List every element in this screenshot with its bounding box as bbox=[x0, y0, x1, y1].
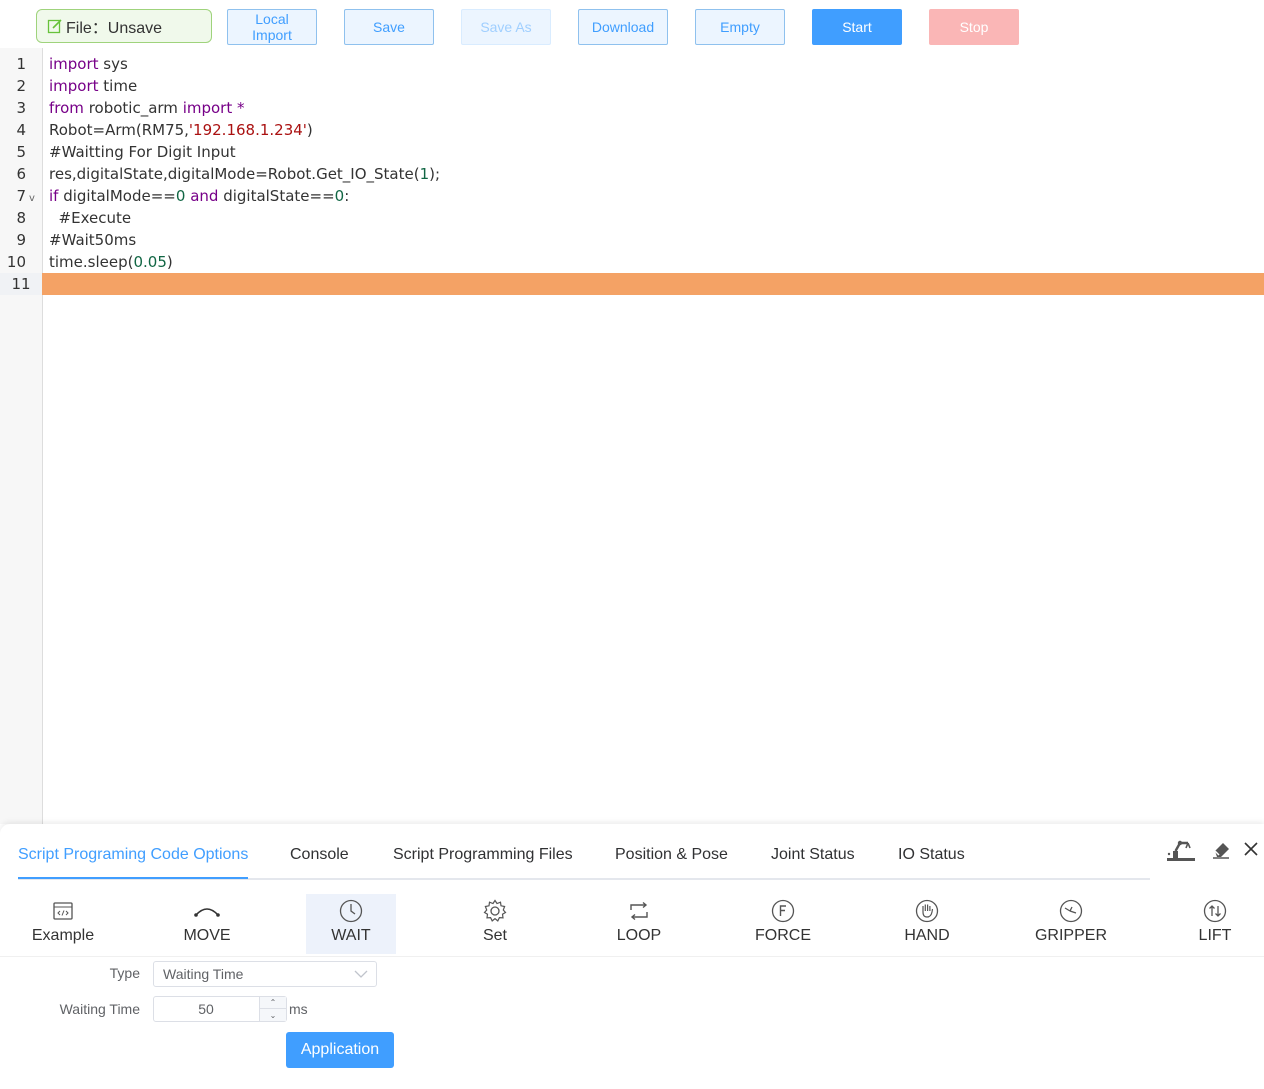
option-force[interactable]: FORCE bbox=[738, 894, 828, 954]
clock-icon bbox=[339, 899, 363, 923]
line-number: 8 bbox=[16, 209, 26, 227]
code-line[interactable]: 7 v if digitalMode==0 and digitalState==… bbox=[0, 185, 1264, 207]
panel-tabs: Script Programing Code Options Console S… bbox=[18, 824, 1150, 880]
code-text: #Execute bbox=[49, 209, 132, 227]
option-loop[interactable]: LOOP bbox=[594, 894, 684, 954]
file-status-tag: File：Unsave bbox=[36, 9, 212, 43]
code-line[interactable]: 9 #Wait50ms bbox=[0, 229, 1264, 251]
stop-button[interactable]: Stop bbox=[929, 9, 1019, 45]
code-line[interactable]: 8 #Execute bbox=[0, 207, 1264, 229]
download-button[interactable]: Download bbox=[578, 9, 668, 45]
code-text: time.sleep(0.05) bbox=[49, 253, 173, 271]
file-status-label: File：Unsave bbox=[66, 20, 163, 37]
code-line[interactable]: 4 Robot=Arm(RM75,'192.168.1.234') bbox=[0, 119, 1264, 141]
gripper-icon bbox=[1059, 899, 1083, 923]
save-button[interactable]: Save bbox=[344, 9, 434, 45]
decrease-icon[interactable]: ⌄ bbox=[260, 1009, 286, 1021]
hand-icon bbox=[915, 899, 939, 923]
code-text: import sys bbox=[49, 55, 128, 73]
option-label: FORCE bbox=[755, 927, 811, 944]
option-label: LIFT bbox=[1198, 927, 1232, 944]
option-label: LOOP bbox=[616, 927, 662, 944]
code-text: Robot=Arm(RM75,'192.168.1.234') bbox=[49, 121, 313, 139]
code-line[interactable]: 1 import sys bbox=[0, 53, 1264, 75]
tab-console[interactable]: Console bbox=[290, 846, 349, 878]
line-number: 2 bbox=[16, 77, 26, 95]
line-number: 9 bbox=[16, 231, 26, 249]
arc-move-icon bbox=[194, 908, 220, 917]
waiting-time-label: Waiting Time bbox=[59, 1001, 140, 1017]
waiting-time-stepper: ⌃ ⌄ bbox=[153, 996, 287, 1022]
application-button[interactable]: Application bbox=[286, 1032, 394, 1068]
tab-position-pose[interactable]: Position & Pose bbox=[615, 846, 728, 878]
code-line[interactable]: 2 import time bbox=[0, 75, 1264, 97]
line-number: 3 bbox=[16, 99, 26, 117]
option-gripper[interactable]: GRIPPER bbox=[1026, 894, 1116, 954]
code-text: res,digitalState,digitalMode=Robot.Get_I… bbox=[49, 165, 441, 183]
option-wait[interactable]: WAIT bbox=[306, 894, 396, 954]
option-move[interactable]: MOVE bbox=[162, 894, 252, 954]
line-number: 10 bbox=[6, 253, 26, 271]
tab-joint-status[interactable]: Joint Status bbox=[771, 846, 855, 878]
option-lift[interactable]: LIFT bbox=[1170, 894, 1260, 954]
code-line[interactable]: 5 #Waitting For Digit Input bbox=[0, 141, 1264, 163]
toolbar: File：Unsave Local Import Save Save As Do… bbox=[0, 0, 1264, 48]
chevron-down-icon bbox=[354, 970, 368, 978]
code-text: #Wait50ms bbox=[49, 231, 137, 249]
option-label: GRIPPER bbox=[1034, 927, 1107, 944]
option-example[interactable]: Example bbox=[18, 894, 108, 954]
local-import-button[interactable]: Local Import bbox=[227, 9, 317, 45]
close-icon[interactable] bbox=[1243, 841, 1259, 857]
code-text: from robotic_arm import * bbox=[49, 99, 245, 117]
lift-icon bbox=[1203, 899, 1227, 923]
waiting-time-input[interactable] bbox=[154, 997, 258, 1021]
option-label: MOVE bbox=[183, 927, 231, 944]
type-select-value: Waiting Time bbox=[163, 966, 244, 982]
tab-script-code-options[interactable]: Script Programing Code Options bbox=[18, 846, 249, 879]
increase-icon[interactable]: ⌃ bbox=[260, 997, 286, 1009]
option-hand[interactable]: HAND bbox=[882, 894, 972, 954]
edit-icon bbox=[47, 19, 62, 34]
option-label: Set bbox=[482, 927, 507, 944]
code-line[interactable]: 10 time.sleep(0.05) bbox=[0, 251, 1264, 273]
loop-icon bbox=[630, 901, 648, 921]
force-icon bbox=[771, 899, 795, 923]
code-line[interactable]: 3 from robotic_arm import * bbox=[0, 97, 1264, 119]
code-text: if digitalMode==0 and digitalState==0: bbox=[49, 187, 350, 205]
code-options-row: Example MOVE WAIT Set LOOP FORCE HAND GR… bbox=[0, 892, 1264, 957]
bottom-panel: Script Programing Code Options Console S… bbox=[0, 824, 1264, 1089]
unit-label: ms bbox=[289, 1001, 308, 1017]
tab-io-status[interactable]: IO Status bbox=[898, 846, 965, 878]
gear-icon bbox=[483, 899, 507, 922]
save-as-button[interactable]: Save As bbox=[461, 9, 551, 45]
line-number: 4 bbox=[16, 121, 26, 139]
option-set[interactable]: Set bbox=[450, 894, 540, 954]
eraser-icon[interactable] bbox=[1211, 839, 1231, 859]
stepper-controls: ⌃ ⌄ bbox=[259, 997, 286, 1021]
code-text: import time bbox=[49, 77, 138, 95]
tab-script-programming-files[interactable]: Script Programming Files bbox=[393, 846, 573, 878]
code-line[interactable]: 6 res,digitalState,digitalMode=Robot.Get… bbox=[0, 163, 1264, 185]
line-number: 1 bbox=[16, 55, 26, 73]
start-button[interactable]: Start bbox=[812, 9, 902, 45]
type-select[interactable]: Waiting Time bbox=[153, 961, 377, 987]
option-label: WAIT bbox=[331, 927, 371, 944]
line-number: 7 bbox=[16, 187, 26, 205]
robot-arm-icon[interactable] bbox=[1166, 836, 1196, 864]
line-number: 11 bbox=[0, 273, 42, 295]
code-file-icon bbox=[53, 902, 73, 920]
type-label: Type bbox=[109, 965, 140, 981]
code-editor[interactable]: 1 import sys 2 import time 3 from roboti… bbox=[0, 48, 1264, 824]
active-code-line[interactable]: 11 bbox=[0, 273, 1264, 295]
option-label: HAND bbox=[904, 927, 950, 944]
code-text: #Waitting For Digit Input bbox=[49, 143, 236, 161]
option-label: Example bbox=[31, 927, 95, 944]
line-number: 6 bbox=[16, 165, 26, 183]
empty-button[interactable]: Empty bbox=[695, 9, 785, 45]
line-number: 5 bbox=[16, 143, 26, 161]
